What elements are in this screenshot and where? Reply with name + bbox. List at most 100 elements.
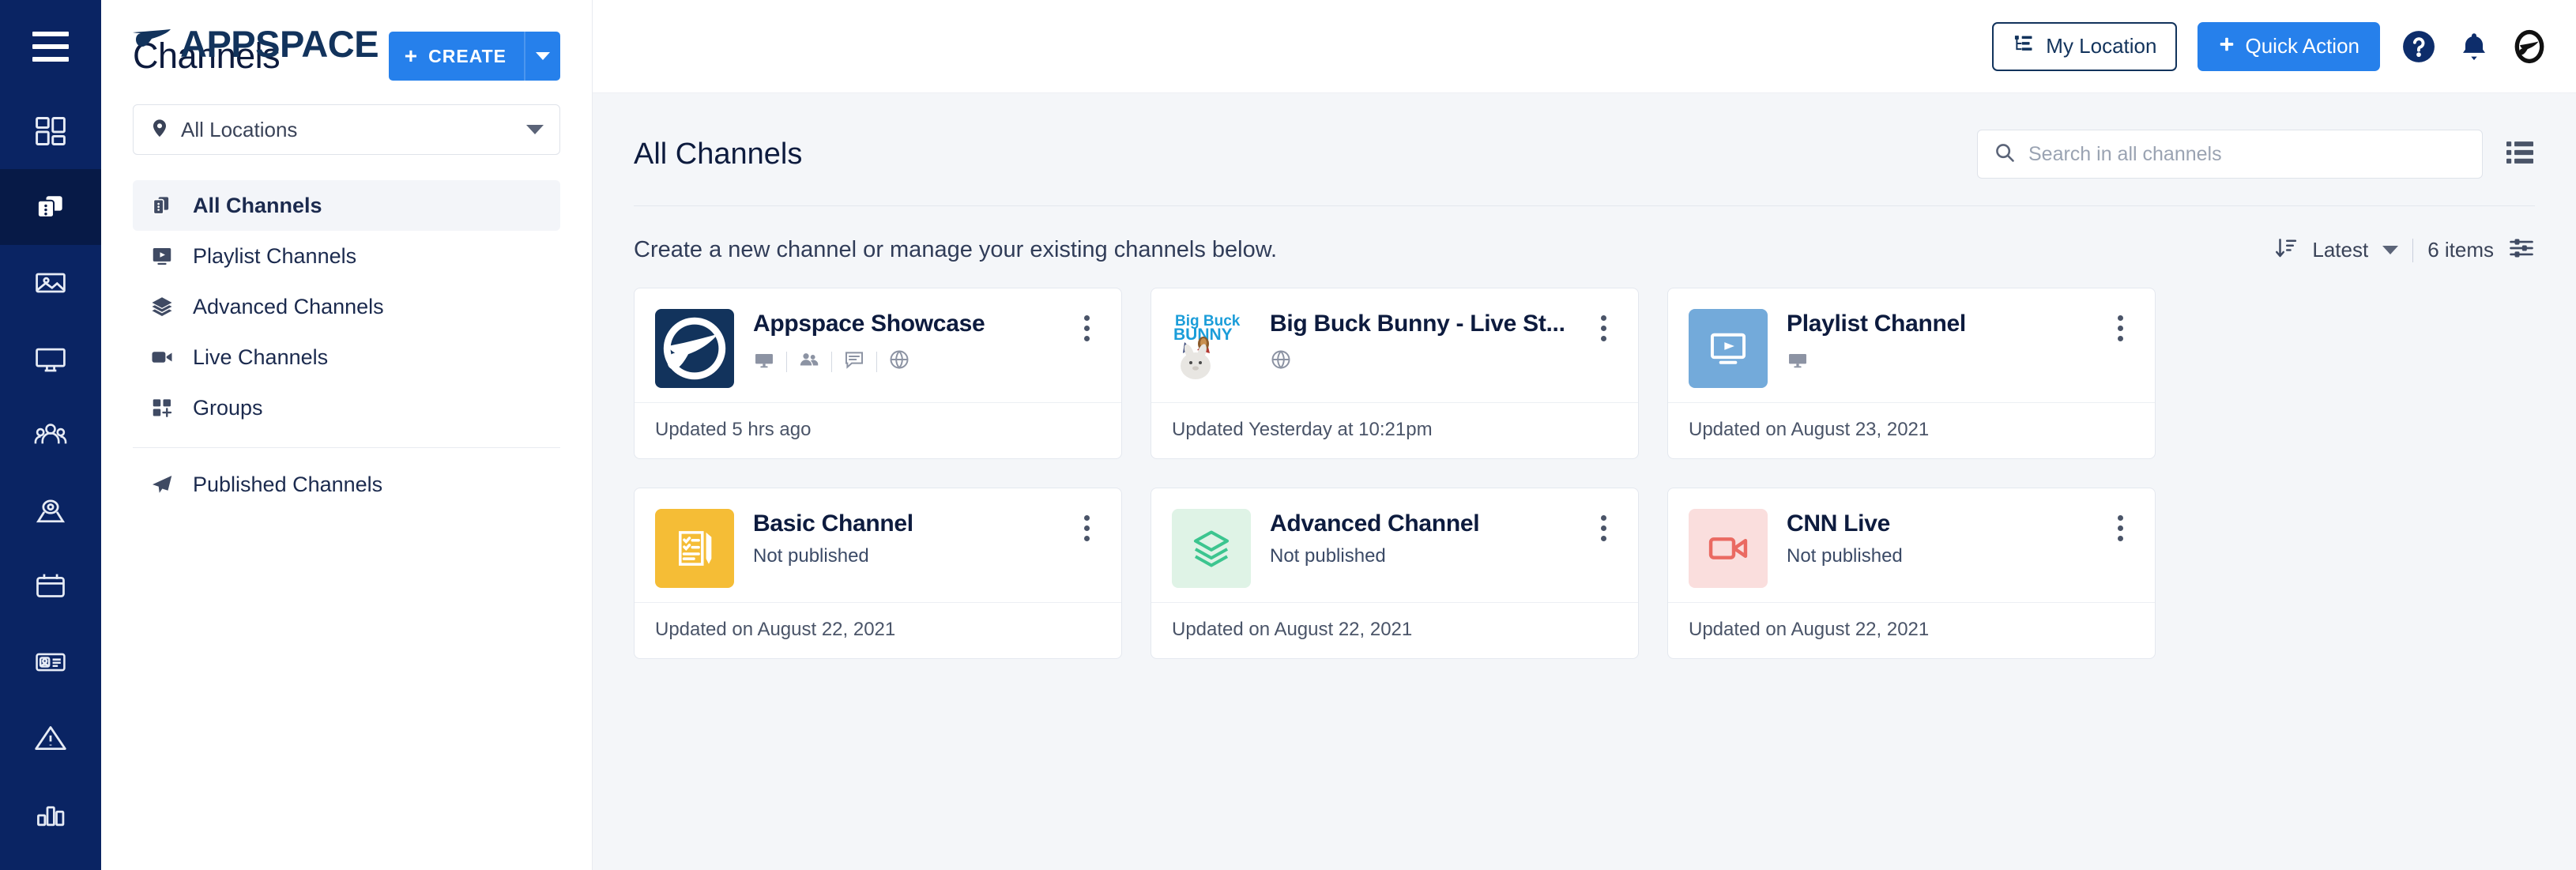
content-description: Create a new channel or manage your exis… [634, 237, 1278, 262]
chevron-down-icon [526, 125, 544, 134]
hamburger-menu-button[interactable] [0, 0, 101, 93]
sidebar-item-live-channels[interactable]: Live Channels [133, 332, 560, 382]
channel-card[interactable]: Advanced Channel Not published Updated o… [1151, 488, 1639, 659]
rail-item-library[interactable] [0, 245, 101, 321]
channel-card[interactable]: Basic Channel Not published Updated on A… [634, 488, 1122, 659]
rail-item-devices[interactable] [0, 321, 101, 397]
users-group-icon [33, 417, 68, 452]
channel-meta-icons [753, 348, 1053, 375]
plus-icon [2218, 34, 2235, 58]
card-info: Basic Channel Not published [753, 509, 1053, 588]
card-info: CNN Live Not published [1787, 509, 2087, 588]
help-circle-icon[interactable] [2401, 28, 2437, 65]
card-info: Appspace Showcase [753, 309, 1053, 388]
rail-item-users[interactable] [0, 397, 101, 473]
channel-title: Playlist Channel [1787, 311, 1966, 337]
create-button-group: + CREATE [388, 32, 560, 81]
appspace-logo-text: APPSPACE [180, 23, 379, 65]
main-content: APPSPACE My Location Quick Action All Ch… [133, 0, 2576, 870]
display-monitor-icon [1787, 348, 1809, 375]
sort-label[interactable]: Latest [2312, 238, 2368, 262]
search-input[interactable] [2028, 142, 2466, 166]
items-count: 6 items [2427, 238, 2494, 262]
channel-thumbnail-big-buck-bunny: Big Buck BUNNY [1172, 309, 1251, 388]
main-page-title: All Channels [634, 137, 803, 171]
card-menu-button[interactable] [1072, 309, 1101, 388]
location-hierarchy-icon [2013, 32, 2035, 60]
channel-title: CNN Live [1787, 510, 1890, 537]
rail-item-alerts[interactable] [0, 700, 101, 776]
user-avatar-icon[interactable] [2511, 28, 2548, 65]
create-button[interactable]: + CREATE [388, 32, 524, 81]
sliders-filter-icon[interactable] [2508, 235, 2535, 266]
plus-icon: + [404, 43, 419, 68]
search-and-view-row [1977, 130, 2535, 179]
globe-icon [1270, 348, 1292, 375]
location-filter-select[interactable]: All Locations [133, 104, 560, 155]
quick-action-button[interactable]: Quick Action [2198, 21, 2380, 71]
channel-thumbnail-basic [655, 509, 734, 588]
sidebar-item-label: Groups [193, 395, 263, 420]
card-menu-button[interactable] [1589, 509, 1618, 588]
bell-icon[interactable] [2457, 30, 2491, 63]
sidebar-item-playlist-channels[interactable]: Playlist Channels [133, 231, 560, 281]
search-icon [1994, 141, 2016, 168]
rail-item-channels[interactable] [0, 169, 101, 245]
channel-updated: Updated on August 23, 2021 [1668, 402, 2155, 458]
channel-thumbnail-appspace [655, 309, 734, 388]
app-root: Channels + CREATE All Locations All Chan… [0, 0, 2576, 870]
channel-title: Big Buck Bunny - Live St... [1270, 311, 1565, 337]
search-box[interactable] [1977, 130, 2483, 179]
rail-item-locations[interactable] [0, 473, 101, 548]
nav-divider [133, 447, 560, 448]
card-body: Appspace Showcase [635, 288, 1121, 402]
layers-icon [149, 295, 175, 318]
channel-cards-grid: Appspace Showcase Updated 5 hrs ago Big … [593, 266, 2576, 659]
card-menu-button[interactable] [2106, 509, 2134, 588]
channel-card[interactable]: Playlist Channel Updated on August 23, 2… [1667, 288, 2156, 459]
card-body: Basic Channel Not published [635, 488, 1121, 602]
sidebar-item-groups[interactable]: Groups [133, 382, 560, 433]
sort-descending-icon[interactable] [2274, 235, 2298, 265]
dashboard-grid-icon [33, 114, 68, 149]
sidebar-item-published-channels[interactable]: Published Channels [133, 459, 560, 510]
appspace-logo[interactable]: APPSPACE [131, 22, 379, 66]
send-paper-plane-icon [149, 473, 175, 496]
users-group-icon [798, 348, 820, 375]
rail-item-analytics[interactable] [0, 776, 101, 852]
chevron-down-icon [536, 52, 550, 60]
channel-card[interactable]: Appspace Showcase Updated 5 hrs ago [634, 288, 1122, 459]
sidebar-item-all-channels[interactable]: All Channels [133, 180, 560, 231]
card-info: Big Buck Bunny - Live St... [1270, 309, 1570, 388]
sidebar-item-advanced-channels[interactable]: Advanced Channels [133, 281, 560, 332]
channel-card[interactable]: CNN Live Not published Updated on August… [1667, 488, 2156, 659]
create-button-label: CREATE [428, 45, 507, 66]
channels-panel: Channels + CREATE All Locations All Chan… [101, 0, 593, 870]
comment-icon [843, 348, 865, 375]
calendar-icon [33, 569, 68, 604]
rail-item-calendar[interactable] [0, 548, 101, 624]
card-menu-button[interactable] [1072, 509, 1101, 588]
chevron-down-icon[interactable] [2382, 246, 2399, 254]
list-view-icon[interactable] [2505, 139, 2535, 170]
channel-updated: Updated 5 hrs ago [635, 402, 1121, 458]
card-menu-button[interactable] [2106, 309, 2134, 388]
rail-item-badges[interactable] [0, 624, 101, 700]
card-body: Big Buck BUNNY Big Buck Bunny - Live St.… [1151, 288, 1638, 402]
top-bar: APPSPACE My Location Quick Action [133, 0, 2576, 93]
sidebar-item-label: All Channels [193, 193, 322, 217]
divider [786, 351, 787, 372]
channel-updated: Updated on August 22, 2021 [635, 602, 1121, 658]
appspace-mark-icon [131, 26, 175, 62]
create-dropdown-button[interactable] [524, 32, 560, 81]
card-body: CNN Live Not published [1668, 488, 2155, 602]
channel-card[interactable]: Big Buck BUNNY Big Buck Bunny - Live St.… [1151, 288, 1639, 459]
sort-controls: Latest 6 items [2274, 235, 2535, 266]
my-location-button[interactable]: My Location [1992, 21, 2178, 71]
card-body: Playlist Channel [1668, 288, 2155, 402]
sidebar-item-label: Advanced Channels [193, 294, 384, 318]
groups-add-icon [149, 396, 175, 420]
sidebar-item-label: Live Channels [193, 345, 329, 369]
rail-item-dashboard[interactable] [0, 93, 101, 169]
card-menu-button[interactable] [1589, 309, 1618, 388]
